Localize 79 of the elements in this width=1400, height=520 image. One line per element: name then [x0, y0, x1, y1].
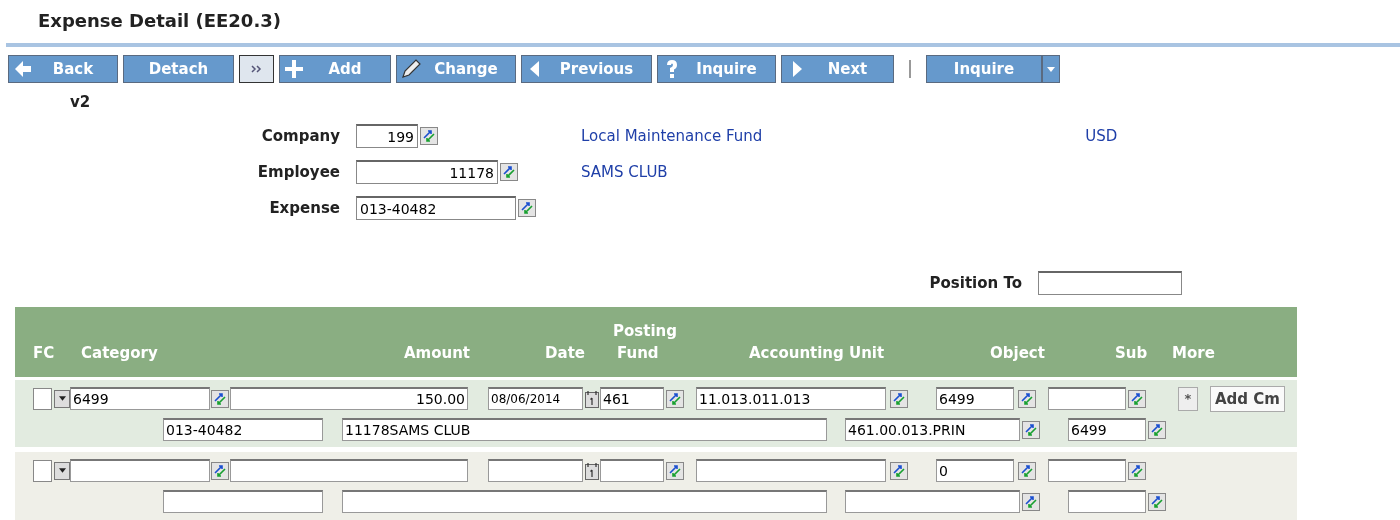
lookup-icon[interactable] — [1018, 389, 1036, 408]
column-header: Category — [81, 344, 159, 362]
input-field[interactable]: 461.00.013.PRIN — [845, 418, 1020, 441]
field-label: Expense — [268, 199, 340, 217]
lookup-icon[interactable] — [1022, 492, 1040, 511]
toolbar-separator — [909, 60, 911, 78]
input-field[interactable]: 11178SAMS CLUB — [342, 418, 827, 441]
checkbox[interactable] — [33, 459, 52, 482]
lookup-icon[interactable] — [518, 199, 536, 217]
lookup-icon[interactable] — [1148, 492, 1166, 511]
date-field[interactable]: 08/06/2014 — [488, 387, 583, 410]
column-header: Sub — [1115, 344, 1149, 362]
category-field[interactable]: 6499 — [70, 387, 210, 410]
lookup-icon[interactable] — [890, 461, 908, 480]
column-header: Accounting Unit — [749, 344, 886, 362]
input-field[interactable]: 013-40482 — [356, 196, 516, 220]
field-label: Company — [260, 127, 340, 145]
sub-field[interactable] — [1048, 459, 1126, 482]
lookup-icon[interactable] — [211, 461, 229, 480]
input-field[interactable] — [342, 490, 827, 513]
lookup-icon[interactable] — [890, 389, 908, 408]
amount-field[interactable]: 150.00 — [230, 387, 468, 410]
expand-button[interactable] — [239, 55, 274, 83]
column-header: Date — [544, 344, 585, 362]
checkbox[interactable] — [33, 387, 52, 410]
input-field[interactable]: 199 — [356, 124, 418, 148]
caret-icon — [1047, 66, 1055, 72]
lookup-icon[interactable] — [666, 389, 684, 408]
lookup-icon[interactable] — [1148, 420, 1166, 439]
description-text: Local Maintenance Fund — [581, 127, 763, 145]
dropdown-button[interactable] — [54, 389, 70, 408]
lookup-icon[interactable] — [500, 163, 518, 181]
column-header: Fund — [617, 344, 660, 362]
input-field[interactable] — [1038, 271, 1182, 295]
lookup-icon[interactable] — [420, 127, 438, 145]
lookup-icon[interactable] — [1128, 461, 1146, 480]
input-field[interactable]: 013-40482 — [163, 418, 323, 441]
column-header: More — [1172, 344, 1216, 362]
amount-field[interactable] — [230, 459, 468, 482]
more-button[interactable]: * — [1178, 386, 1198, 411]
lookup-icon[interactable] — [1022, 420, 1040, 439]
lookup-icon[interactable] — [666, 461, 684, 480]
lookup-icon[interactable] — [1018, 461, 1036, 480]
date-field[interactable] — [488, 459, 583, 482]
dropdown-button[interactable] — [54, 461, 70, 480]
field-label: Employee — [256, 163, 340, 181]
currency-text: USD — [1085, 127, 1118, 145]
column-header: Amount — [402, 344, 470, 362]
description-text: SAMS CLUB — [581, 163, 668, 181]
accounting-unit-field[interactable] — [696, 459, 886, 482]
lookup-icon[interactable] — [211, 389, 229, 408]
column-group-header: Posting — [612, 322, 678, 340]
arrow-left-icon — [13, 59, 33, 79]
caret-icon — [58, 396, 66, 401]
lookup-icon[interactable] — [1128, 389, 1146, 408]
input-field[interactable]: 6499 — [1068, 418, 1146, 441]
column-header: Object — [990, 344, 1046, 362]
version-label: v2 — [70, 93, 92, 111]
object-field[interactable]: 6499 — [936, 387, 1014, 410]
add-comment-button[interactable]: Add Cm — [1210, 385, 1285, 412]
calendar-icon[interactable] — [585, 461, 599, 480]
caret-icon — [58, 468, 66, 473]
double-chevron-icon — [250, 65, 263, 73]
column-header: FC — [33, 344, 56, 362]
page-title: Expense Detail (EE20.3) — [37, 9, 282, 33]
sub-field[interactable] — [1048, 387, 1126, 410]
fund-field[interactable] — [600, 459, 664, 482]
object-field[interactable]: 0 — [936, 459, 1014, 482]
accounting-unit-field[interactable]: 11.013.011.013 — [696, 387, 886, 410]
fund-field[interactable]: 461 — [600, 387, 664, 410]
plus-icon — [284, 59, 304, 79]
input-field[interactable]: 11178 — [356, 160, 498, 184]
input-field[interactable] — [845, 490, 1020, 513]
input-field[interactable] — [163, 490, 323, 513]
calendar-icon[interactable] — [585, 389, 599, 408]
field-label: Position To — [928, 274, 1022, 292]
input-field[interactable] — [1068, 490, 1146, 513]
category-field[interactable] — [70, 459, 210, 482]
pencil-icon — [401, 59, 421, 79]
